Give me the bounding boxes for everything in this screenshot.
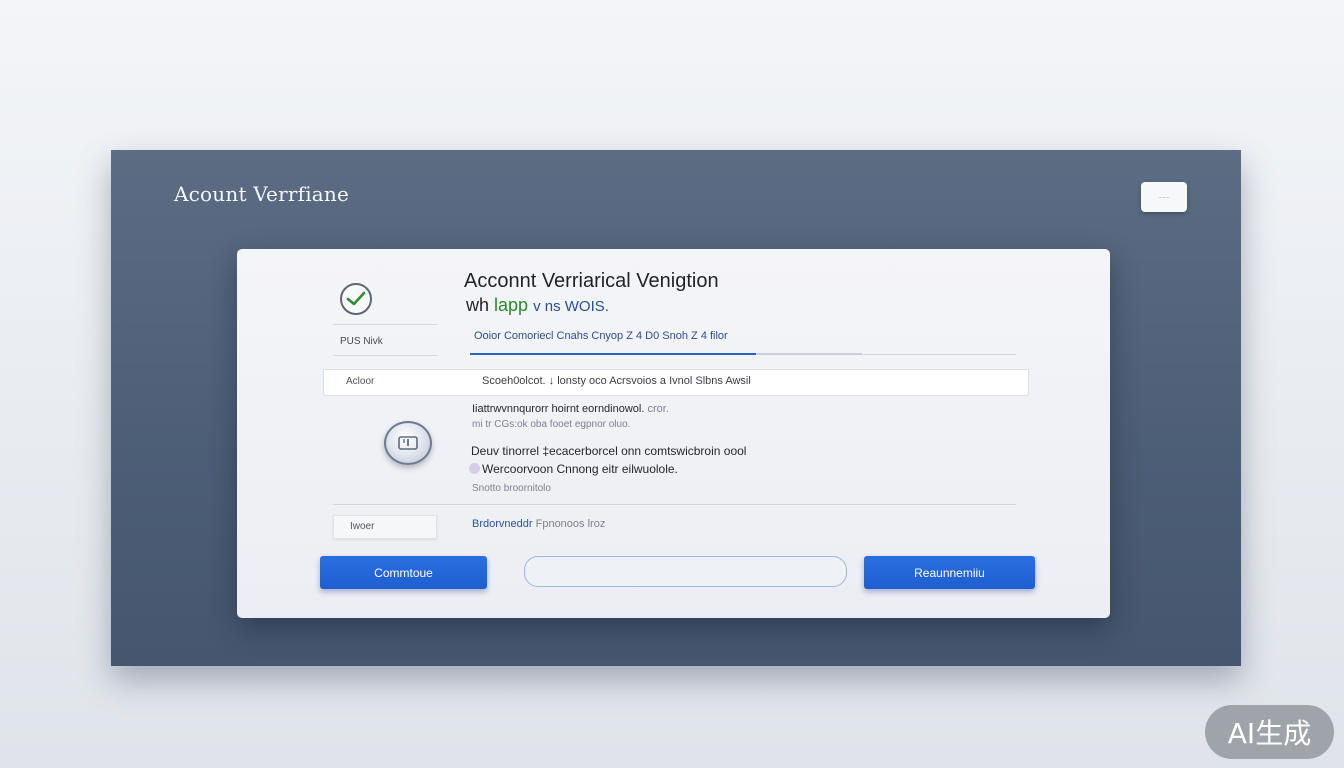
bottom-label-box: Iwoer	[333, 515, 437, 539]
window-title: Acount Verrfiane	[174, 182, 350, 206]
progress-fill	[470, 353, 757, 355]
info-line-1-tail: cror.	[647, 403, 669, 415]
bottom-info-text: Brdorvneddr	[472, 518, 533, 530]
field-label: Acloor	[346, 376, 375, 387]
info-line-1-text: Iiattrwvnnqurorr hoirnt eorndinowol.	[472, 403, 645, 415]
dialog-title: Acconnt Verriarical Venigtion	[464, 270, 719, 292]
info-line-5: Snotto broornitolo	[472, 483, 551, 494]
divider	[862, 354, 1016, 355]
radio-indicator[interactable]	[469, 463, 480, 474]
dialog-subtitle: wh lapp v ns WOIS.	[466, 295, 609, 316]
divider	[333, 324, 437, 325]
right-action-button[interactable]: Reaunnemiiu	[864, 556, 1035, 589]
step-indicator-text: Ooior Comoriecl Cnahs Cnyop Z 4 D0 Snoh …	[474, 330, 728, 342]
bottom-info: Brdorvneddr Fpnonoos lroz	[472, 518, 605, 530]
account-field[interactable]: Acloor Scoeh0olcot. ↓ lonsty oco Acrsvoi…	[323, 369, 1029, 396]
info-line-1: Iiattrwvnnqurorr hoirnt eorndinowol. cro…	[472, 403, 669, 415]
check-icon	[340, 283, 372, 315]
subtitle-prefix: wh	[466, 295, 490, 315]
bottom-info-tail: Fpnonoos lroz	[535, 518, 606, 530]
divider	[333, 504, 1016, 505]
continue-button[interactable]: Commtoue	[320, 556, 487, 589]
bottom-label: Iwoer	[350, 521, 375, 532]
divider	[333, 355, 437, 356]
info-line-2: mi tr CGs:ok oba fooet egpnor oluo.	[472, 419, 630, 430]
info-line-2-text: mi tr CGs:ok oba fooet egpnor	[472, 419, 606, 430]
ai-generated-badge: AI生成	[1205, 705, 1334, 759]
subtitle-green: lapp	[494, 295, 529, 315]
window-action-button[interactable]: ........	[1141, 182, 1187, 212]
shield-icon	[384, 421, 432, 465]
info-line-2-tail: oluo.	[608, 419, 631, 430]
left-label-1: PUS Nivk	[340, 336, 383, 347]
verification-dialog: PUS Nivk Acconnt Verriarical Venigtion w…	[237, 249, 1110, 618]
progress-bar	[470, 353, 862, 355]
field-value[interactable]: Scoeh0olcot. ↓ lonsty oco Acrsvoios a Iv…	[482, 375, 751, 387]
info-line-4: Wercoorvoon Cnnong eitr eilwuolole.	[482, 462, 678, 476]
middle-button[interactable]	[524, 556, 847, 587]
info-line-3: Deuv tinorrel ‡ecacerborcel onn comtswic…	[471, 444, 747, 458]
subtitle-blue: v ns WOIS.	[533, 298, 609, 315]
